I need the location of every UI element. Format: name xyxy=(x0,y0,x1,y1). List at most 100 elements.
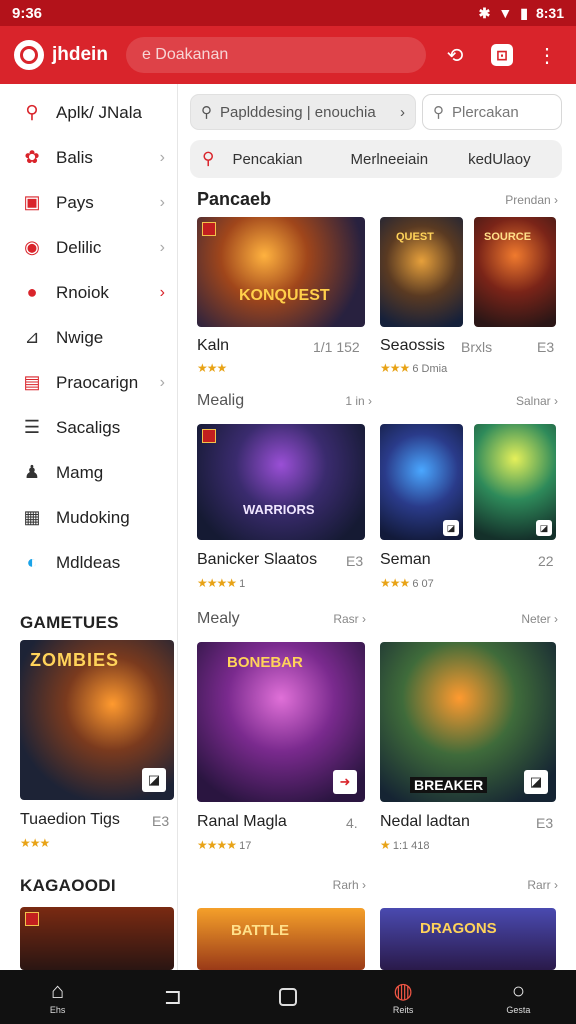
status-bar: 9:36 ✱ ▼ ▮ 8:31 xyxy=(0,0,576,26)
search-icon[interactable]: ⚲ xyxy=(202,149,214,169)
status-clock: 8:31 xyxy=(535,5,564,21)
tab-merlneeiain[interactable]: Merlneeiain xyxy=(351,151,429,168)
document-icon: ▦ xyxy=(23,507,41,527)
sidebar-item-0[interactable]: ⚲ Aplk/ JNala xyxy=(0,90,177,135)
cover-title-art: SOURCE xyxy=(484,231,532,243)
square-icon xyxy=(278,988,297,1006)
nav-reits[interactable]: ◍ Reits xyxy=(363,978,443,1016)
cart-icon[interactable]: ◪ xyxy=(142,768,166,792)
cover-title-art: BATTLE xyxy=(231,922,290,939)
age-rating-icon xyxy=(25,912,39,926)
nav-back[interactable]: ⊐ xyxy=(133,985,213,1009)
game-cover-warriors[interactable]: WARRIORS xyxy=(197,424,365,540)
sidebar-item-8[interactable]: ♟ Mamg xyxy=(0,450,177,495)
profile-icon: ○ xyxy=(511,978,525,1003)
nav-label: Ehs xyxy=(49,1005,66,1015)
section-more-link-2[interactable]: Salnar › xyxy=(516,394,558,408)
brain-icon: ✿ xyxy=(24,147,40,167)
cover-title-art: KONQUEST xyxy=(239,287,330,304)
sidebar-item-10[interactable]: ◐ Mdldeas xyxy=(0,540,177,585)
top-search-input[interactable]: e Doakanan xyxy=(125,37,426,73)
sidebar-item-5[interactable]: ⊿ Nwige xyxy=(0,315,177,360)
section-title: Mealy xyxy=(197,610,240,627)
bubble-icon: ◐ xyxy=(26,552,38,572)
store-icon[interactable]: ⊡ xyxy=(491,44,513,66)
cart-icon[interactable]: ➜ xyxy=(333,770,357,794)
tab-search[interactable]: Pencakian xyxy=(232,151,302,168)
sidebar-item-label: Sacaligs xyxy=(56,417,121,437)
section-more-link[interactable]: Rasr › xyxy=(333,612,366,626)
game-cover-dragons[interactable]: DRAGONS xyxy=(380,908,556,970)
sidebar-item-4[interactable]: ● Rnoiok › xyxy=(0,270,177,315)
sidebar-item-9[interactable]: ▦ Mudoking xyxy=(0,495,177,540)
game-cover-5[interactable]: ◪ xyxy=(380,424,463,540)
game-cover-6[interactable]: ◪ xyxy=(474,424,556,540)
cover-title-art: BONEBAR xyxy=(227,654,303,671)
game-cover-zombies[interactable]: ZOMBIES ◪ xyxy=(20,640,174,800)
battery-icon: ▮ xyxy=(520,4,528,21)
game-cover-2[interactable]: QUEST xyxy=(380,217,463,327)
cart-icon[interactable]: ◪ xyxy=(524,770,548,794)
cover-title-art: WARRIORS xyxy=(243,502,315,517)
more-menu-icon[interactable]: ⋮ xyxy=(532,40,562,70)
search-icon: ⚲ xyxy=(433,104,444,121)
app-title: jhdein xyxy=(52,44,108,65)
sidebar-item-6[interactable]: ▤ Praocarign › xyxy=(0,360,177,405)
game-cover-breaker[interactable]: BREAKER ◪ xyxy=(380,642,556,802)
game-cover-3[interactable]: SOURCE xyxy=(474,217,556,327)
game-name: Ranal Magla xyxy=(197,813,287,830)
sidebar: ⚲ Aplk/ JNala ✿ Balis › ▣ Pays › ◉ Delil… xyxy=(0,84,178,970)
game-rating: ★ 1:1 418 xyxy=(380,838,430,852)
game-meta: 4. xyxy=(346,815,358,831)
sidebar-item-2[interactable]: ▣ Pays › xyxy=(0,180,177,225)
game-name: Seaossis xyxy=(380,337,445,354)
sidebar-item-1[interactable]: ✿ Balis › xyxy=(0,135,177,180)
search-icon: ⚲ xyxy=(25,102,39,122)
game-meta: 1/1 152 xyxy=(313,339,360,355)
runner-icon: ● xyxy=(26,282,38,302)
sidebar-item-label: Nwige xyxy=(56,327,104,347)
cart-icon[interactable]: ◪ xyxy=(443,520,459,536)
nav-profile[interactable]: ○ Gesta xyxy=(478,978,558,1016)
sync-icon[interactable]: ⟲ xyxy=(440,40,470,70)
section-more-link[interactable]: 1 in › xyxy=(345,394,372,408)
chart-icon: ⊿ xyxy=(24,327,40,347)
game-cover-battle[interactable]: BATTLE xyxy=(197,908,365,970)
sidebar-item-label: Praocarign xyxy=(56,372,139,392)
game-cover-strategy[interactable] xyxy=(20,907,174,970)
search-input[interactable]: ⚲ Paplddesing | enouchia › xyxy=(190,94,416,130)
nav-label: Reits xyxy=(392,1005,414,1015)
tab-kedulaoy[interactable]: kedUlaoy xyxy=(468,151,531,168)
search-icon: ⚲ xyxy=(201,104,212,121)
sidebar-item-label: Delilic xyxy=(56,237,102,257)
notification-icon: ◍ xyxy=(393,978,413,1003)
section-more-link-2[interactable]: Rarr › xyxy=(527,878,558,892)
nav-home[interactable]: ⌂ Ehs xyxy=(18,979,98,1016)
chevron-right-icon: › xyxy=(159,373,165,391)
app-logo-icon[interactable] xyxy=(14,40,44,70)
filter-input[interactable]: ⚲ Plercakan xyxy=(422,94,562,130)
game-meta: E3 xyxy=(346,553,364,569)
sidebar-item-3[interactable]: ◉ Delilic › xyxy=(0,225,177,270)
section-more-link[interactable]: Prendan › xyxy=(505,193,558,207)
game-rating: ★★★ xyxy=(197,361,227,375)
nav-square[interactable] xyxy=(248,988,328,1006)
chevron-right-icon: › xyxy=(159,148,165,166)
game-cover-konquest[interactable]: KONQUEST xyxy=(197,217,365,327)
game-rating: ★★★★ 17 xyxy=(197,838,252,852)
section-more-link-2[interactable]: Neter › xyxy=(521,612,558,626)
game-meta: 22 xyxy=(538,553,554,569)
game-meta: Brxls xyxy=(461,339,493,355)
wifi-icon: ▼ xyxy=(498,5,513,21)
game-meta-2: E3 xyxy=(537,339,555,355)
cart-icon[interactable]: ◪ xyxy=(536,520,552,536)
game-name: Kaln xyxy=(197,337,230,354)
section-more-link[interactable]: Rarh › xyxy=(333,878,366,892)
section-title: GAMETUES xyxy=(20,613,119,632)
game-rating: ★★★ xyxy=(20,836,50,850)
game-name: Tuaedion Tigs xyxy=(20,811,120,828)
sidebar-item-7[interactable]: ☰ Sacaligs xyxy=(0,405,177,450)
cover-title-art: BREAKER xyxy=(410,777,488,793)
game-cover-berserker[interactable]: BONEBAR ➜ xyxy=(197,642,365,802)
target-icon: ◉ xyxy=(24,237,40,257)
